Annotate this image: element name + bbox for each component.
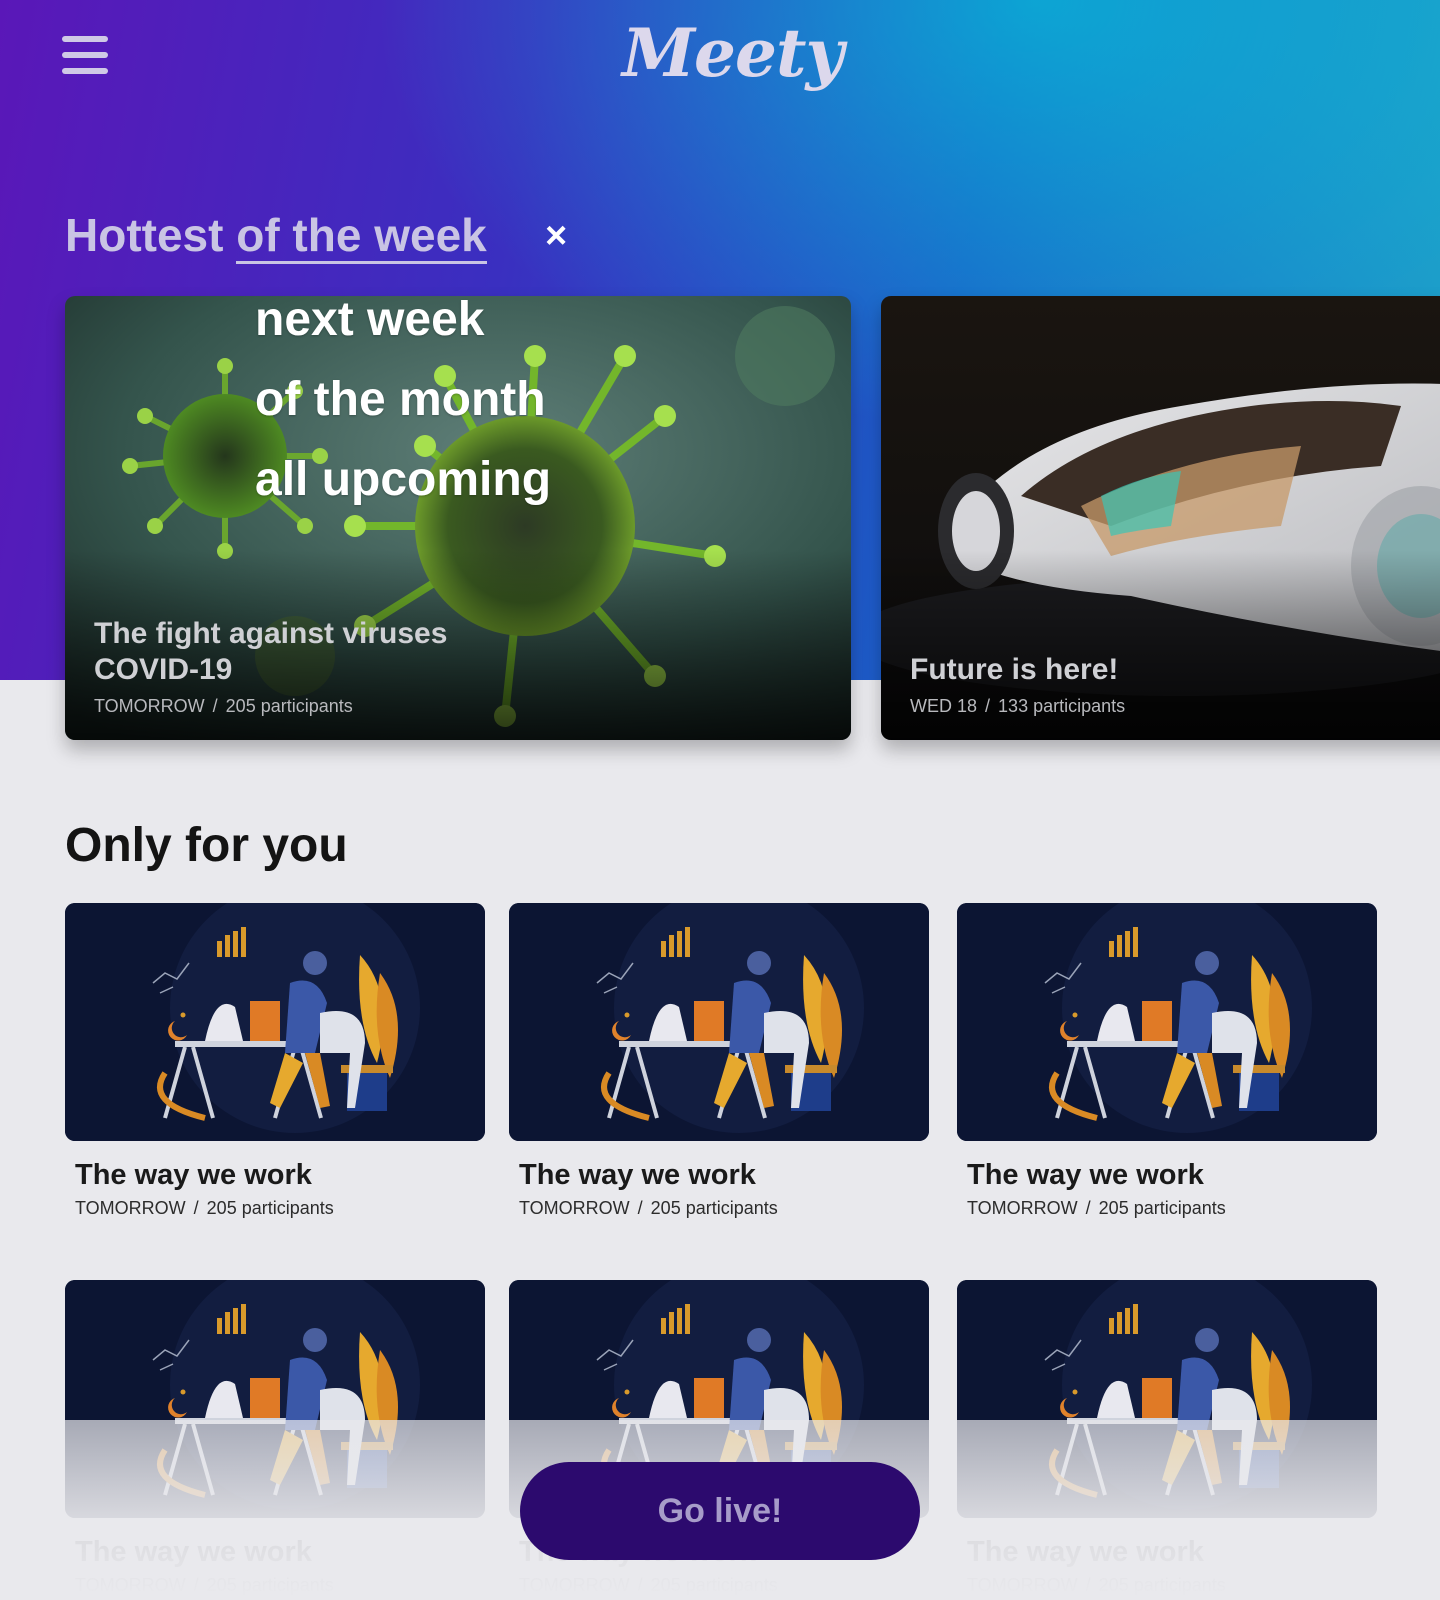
period-option-month[interactable]: of the month bbox=[255, 366, 595, 446]
meta-separator: / bbox=[985, 696, 991, 716]
hottest-section-title: Hottest of the week bbox=[65, 208, 487, 264]
event-tile[interactable]: The way we work TOMORROW / 205 participant… bbox=[65, 903, 485, 1219]
menu-bar bbox=[62, 68, 108, 74]
meta-separator: / bbox=[193, 1198, 199, 1218]
event-tile-meta: TOMORROW / 205 participants bbox=[519, 1575, 929, 1596]
workspace-illustration bbox=[65, 1280, 485, 1518]
menu-bar bbox=[62, 36, 108, 42]
event-tile-image[interactable] bbox=[509, 903, 929, 1141]
featured-title-line: The fight against viruses bbox=[94, 617, 448, 650]
event-tile-meta: TOMORROW / 205 participants bbox=[967, 1575, 1377, 1596]
menu-bar bbox=[62, 52, 108, 58]
event-tile-image[interactable] bbox=[65, 1280, 485, 1518]
workspace-illustration bbox=[957, 1280, 1377, 1518]
event-participants: 205 participants bbox=[1098, 1198, 1226, 1218]
event-participants: 205 participants bbox=[206, 1575, 334, 1595]
period-option-next-week[interactable]: next week bbox=[255, 286, 595, 366]
event-tile-meta: TOMORROW / 205 participants bbox=[75, 1575, 485, 1596]
close-icon[interactable]: × bbox=[545, 217, 575, 255]
featured-event-card[interactable]: Future is here! WED 18 / 133 participants bbox=[881, 296, 1440, 740]
workspace-illustration bbox=[957, 903, 1377, 1141]
featured-event-title: Future is here! bbox=[910, 653, 1119, 686]
event-date: TOMORROW bbox=[75, 1575, 186, 1595]
featured-title-line: COVID-19 bbox=[94, 653, 233, 686]
meta-separator: / bbox=[193, 1575, 199, 1595]
hottest-title-prefix: Hottest bbox=[65, 209, 224, 261]
featured-event-meta: WED 18 / 133 participants bbox=[910, 696, 1125, 717]
event-date: TOMORROW bbox=[967, 1575, 1078, 1595]
event-participants: 205 participants bbox=[650, 1575, 778, 1595]
event-tile-meta: TOMORROW / 205 participants bbox=[519, 1198, 929, 1219]
event-date: TOMORROW bbox=[967, 1198, 1078, 1218]
event-tile-title: The way we work bbox=[75, 1159, 312, 1191]
workspace-illustration bbox=[65, 903, 485, 1141]
period-option-all-upcoming[interactable]: all upcoming bbox=[255, 446, 595, 526]
event-tile-title: The way we work bbox=[967, 1536, 1204, 1568]
event-tile-title: The way we work bbox=[967, 1159, 1204, 1191]
event-tile-image[interactable] bbox=[957, 1280, 1377, 1518]
event-tile-image[interactable] bbox=[65, 903, 485, 1141]
only-for-you-title: Only for you bbox=[65, 819, 348, 872]
event-tile-meta: TOMORROW / 205 participants bbox=[967, 1198, 1377, 1219]
period-dropdown: next week of the month all upcoming bbox=[255, 286, 595, 526]
hamburger-menu-icon[interactable] bbox=[62, 36, 108, 74]
event-participants: 205 participants bbox=[206, 1198, 334, 1218]
meta-separator: / bbox=[212, 696, 218, 716]
event-tile-image[interactable] bbox=[957, 903, 1377, 1141]
event-date: TOMORROW bbox=[519, 1198, 630, 1218]
event-participants: 205 participants bbox=[650, 1198, 778, 1218]
event-tile[interactable]: The way we work TOMORROW / 205 participant… bbox=[65, 1280, 485, 1596]
event-date: WED 18 bbox=[910, 696, 978, 716]
period-selector[interactable]: of the week bbox=[236, 209, 487, 264]
meta-separator: / bbox=[637, 1575, 643, 1595]
event-date: TOMORROW bbox=[75, 1198, 186, 1218]
event-participants: 205 participants bbox=[225, 696, 353, 716]
meta-separator: / bbox=[1085, 1198, 1091, 1218]
app-logo[interactable]: Meety bbox=[622, 14, 844, 114]
event-tile-meta: TOMORROW / 205 participants bbox=[75, 1198, 485, 1219]
meta-separator: / bbox=[1085, 1575, 1091, 1595]
meta-separator: / bbox=[637, 1198, 643, 1218]
featured-event-meta: TOMORROW / 205 participants bbox=[94, 696, 353, 717]
event-tile[interactable]: The way we work TOMORROW / 205 participant… bbox=[957, 903, 1377, 1219]
event-participants: 133 participants bbox=[998, 696, 1126, 716]
event-tile-title: The way we work bbox=[519, 1159, 756, 1191]
workspace-illustration bbox=[509, 903, 929, 1141]
event-tile[interactable]: The way we work TOMORROW / 205 participant… bbox=[957, 1280, 1377, 1596]
event-tile[interactable]: The way we work TOMORROW / 205 participant… bbox=[509, 903, 929, 1219]
featured-event-title: The fight against viruses COVID-19 bbox=[94, 616, 447, 688]
event-date: TOMORROW bbox=[519, 1575, 630, 1595]
event-date: TOMORROW bbox=[94, 696, 205, 716]
go-live-button[interactable]: Go live! bbox=[520, 1462, 920, 1560]
event-tile-title: The way we work bbox=[75, 1536, 312, 1568]
event-participants: 205 participants bbox=[1098, 1575, 1226, 1595]
